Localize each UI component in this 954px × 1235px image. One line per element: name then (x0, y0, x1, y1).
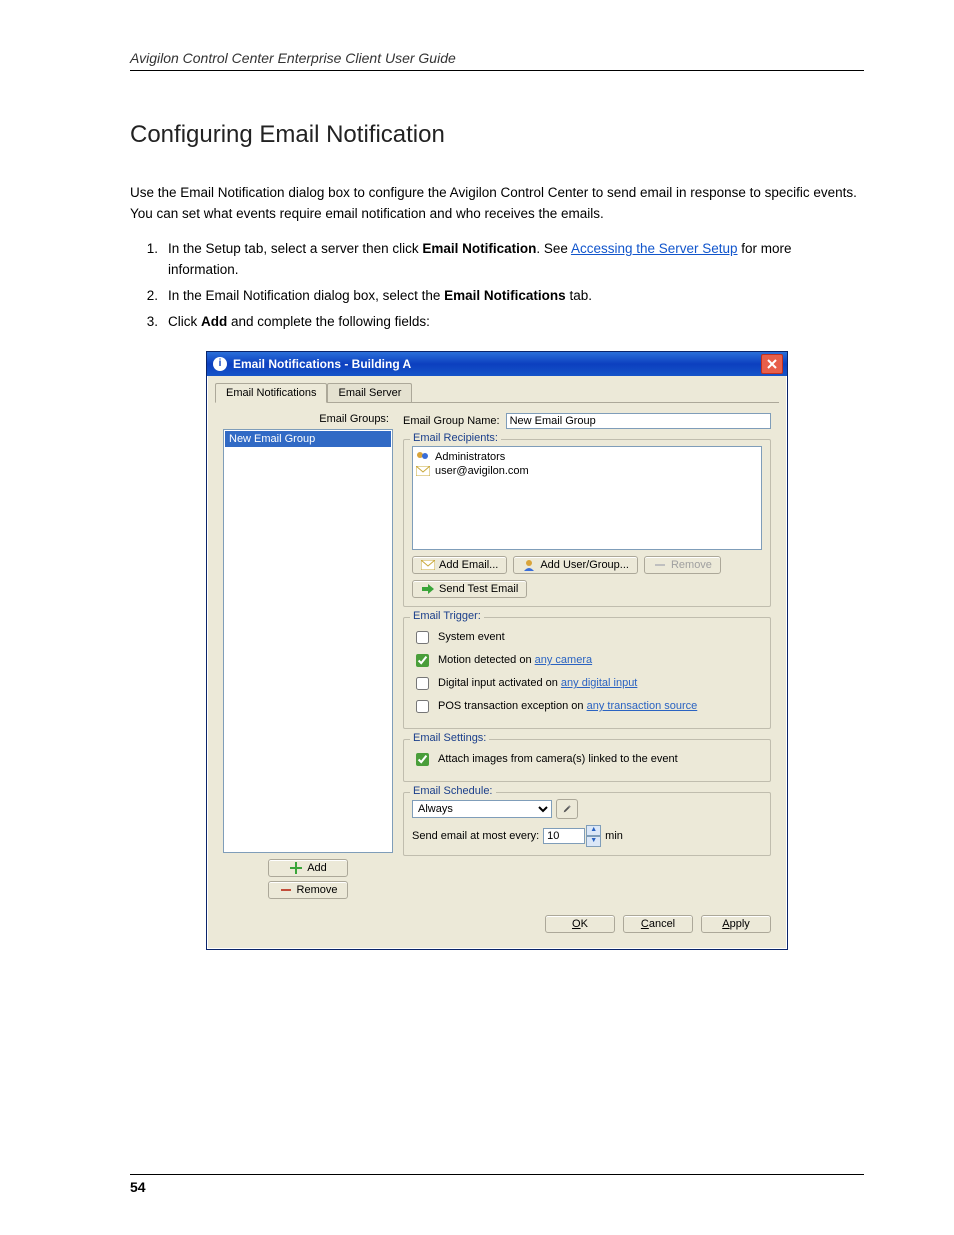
email-settings-group: Email Settings: Attach images from camer… (403, 739, 771, 782)
step2-text-c: tab. (566, 288, 592, 303)
settings-legend: Email Settings: (410, 732, 489, 744)
step-number: 3. (130, 312, 168, 333)
step3-text-c: and complete the following fields: (227, 314, 430, 329)
add-email-label: Add Email... (439, 559, 498, 571)
pencil-icon (563, 803, 571, 815)
email-notifications-dialog: i Email Notifications - Building A Email… (206, 351, 788, 950)
trigger-legend: Email Trigger: (410, 610, 484, 622)
remove-recipient-button[interactable]: Remove (644, 556, 721, 574)
recipient-label: user@avigilon.com (435, 465, 529, 477)
section-title: Configuring Email Notification (130, 121, 864, 149)
list-item-new-group[interactable]: New Email Group (225, 431, 391, 447)
spinner-arrows[interactable]: ▲▼ (586, 825, 601, 847)
dialog-title: Email Notifications - Building A (233, 357, 761, 371)
add-group-button[interactable]: Add (268, 859, 348, 877)
attach-images-checkbox[interactable] (416, 753, 429, 766)
group-name-label: Email Group Name: (403, 415, 500, 427)
step-number: 1. (130, 239, 168, 281)
minus-icon (279, 884, 293, 896)
interval-input[interactable] (543, 828, 585, 844)
ok-button[interactable]: OK (545, 915, 615, 933)
mail-icon (421, 559, 435, 571)
step2-tab: Email Notifications (444, 288, 566, 303)
schedule-legend: Email Schedule: (410, 785, 496, 797)
remove-group-button[interactable]: Remove (268, 881, 348, 899)
arrow-right-icon (421, 583, 435, 595)
page-number: 54 (130, 1174, 864, 1195)
document-header: Avigilon Control Center Enterprise Clien… (130, 50, 864, 71)
mail-icon (416, 465, 430, 477)
info-icon: i (213, 357, 227, 371)
remove-label: Remove (297, 884, 338, 896)
step2-text-a: In the Email Notification dialog box, se… (168, 288, 444, 303)
tab-email-notifications[interactable]: Email Notifications (215, 383, 327, 403)
any-camera-link[interactable]: any camera (535, 654, 592, 666)
digital-input-checkbox[interactable] (416, 677, 429, 690)
any-digital-input-link[interactable]: any digital input (561, 677, 637, 689)
add-usergroup-button[interactable]: Add User/Group... (513, 556, 638, 574)
intro-paragraph: Use the Email Notification dialog box to… (130, 183, 864, 225)
usergroup-icon (416, 451, 430, 463)
list-item-admins[interactable]: Administrators (416, 450, 758, 464)
close-button[interactable] (761, 354, 783, 374)
step3-text-a: Click (168, 314, 201, 329)
pos-checkbox[interactable] (416, 700, 429, 713)
digital-label-a: Digital input activated on (438, 677, 561, 689)
add-usergroup-label: Add User/Group... (540, 559, 629, 571)
recipient-label: Administrators (435, 451, 505, 463)
user-icon (522, 559, 536, 571)
system-event-checkbox[interactable] (416, 631, 429, 644)
interval-label: Send email at most every: (412, 830, 539, 842)
email-schedule-group: Email Schedule: Always Send email (403, 792, 771, 856)
step1-text-c: . See (536, 241, 571, 256)
send-test-label: Send Test Email (439, 583, 518, 595)
step-number: 2. (130, 286, 168, 307)
step1-link[interactable]: Accessing the Server Setup (571, 241, 738, 256)
any-transaction-source-link[interactable]: any transaction source (587, 700, 698, 712)
add-label: Add (307, 862, 327, 874)
system-event-label: System event (438, 631, 505, 643)
minus-icon (653, 559, 667, 571)
remove-recipient-label: Remove (671, 559, 712, 571)
email-groups-listbox[interactable]: New Email Group (223, 429, 393, 853)
motion-label-a: Motion detected on (438, 654, 535, 666)
step1-text-a: In the Setup tab, select a server then c… (168, 241, 422, 256)
list-item-user[interactable]: user@avigilon.com (416, 464, 758, 478)
step1-menu: Email Notification (422, 241, 536, 256)
plus-icon (289, 862, 303, 874)
procedure-steps: 1. In the Setup tab, select a server the… (130, 239, 864, 333)
add-email-button[interactable]: Add Email... (412, 556, 507, 574)
pos-label-a: POS transaction exception on (438, 700, 587, 712)
tab-email-server[interactable]: Email Server (327, 383, 412, 403)
group-name-input[interactable] (506, 413, 771, 429)
attach-images-label: Attach images from camera(s) linked to t… (438, 753, 678, 765)
recipients-legend: Email Recipients: (410, 432, 501, 444)
cancel-button[interactable]: Cancel (623, 915, 693, 933)
edit-schedule-button[interactable] (556, 799, 578, 819)
step3-button: Add (201, 314, 227, 329)
motion-checkbox[interactable] (416, 654, 429, 667)
email-groups-label: Email Groups: (223, 413, 393, 425)
dialog-titlebar: i Email Notifications - Building A (207, 352, 787, 376)
recipients-group: Email Recipients: Administrators (403, 439, 771, 607)
apply-button[interactable]: Apply (701, 915, 771, 933)
email-trigger-group: Email Trigger: System event Motion detec… (403, 617, 771, 729)
schedule-select[interactable]: Always (412, 800, 552, 818)
interval-unit: min (605, 830, 623, 842)
send-test-email-button[interactable]: Send Test Email (412, 580, 527, 598)
recipients-listbox[interactable]: Administrators user@avigilon.com (412, 446, 762, 550)
